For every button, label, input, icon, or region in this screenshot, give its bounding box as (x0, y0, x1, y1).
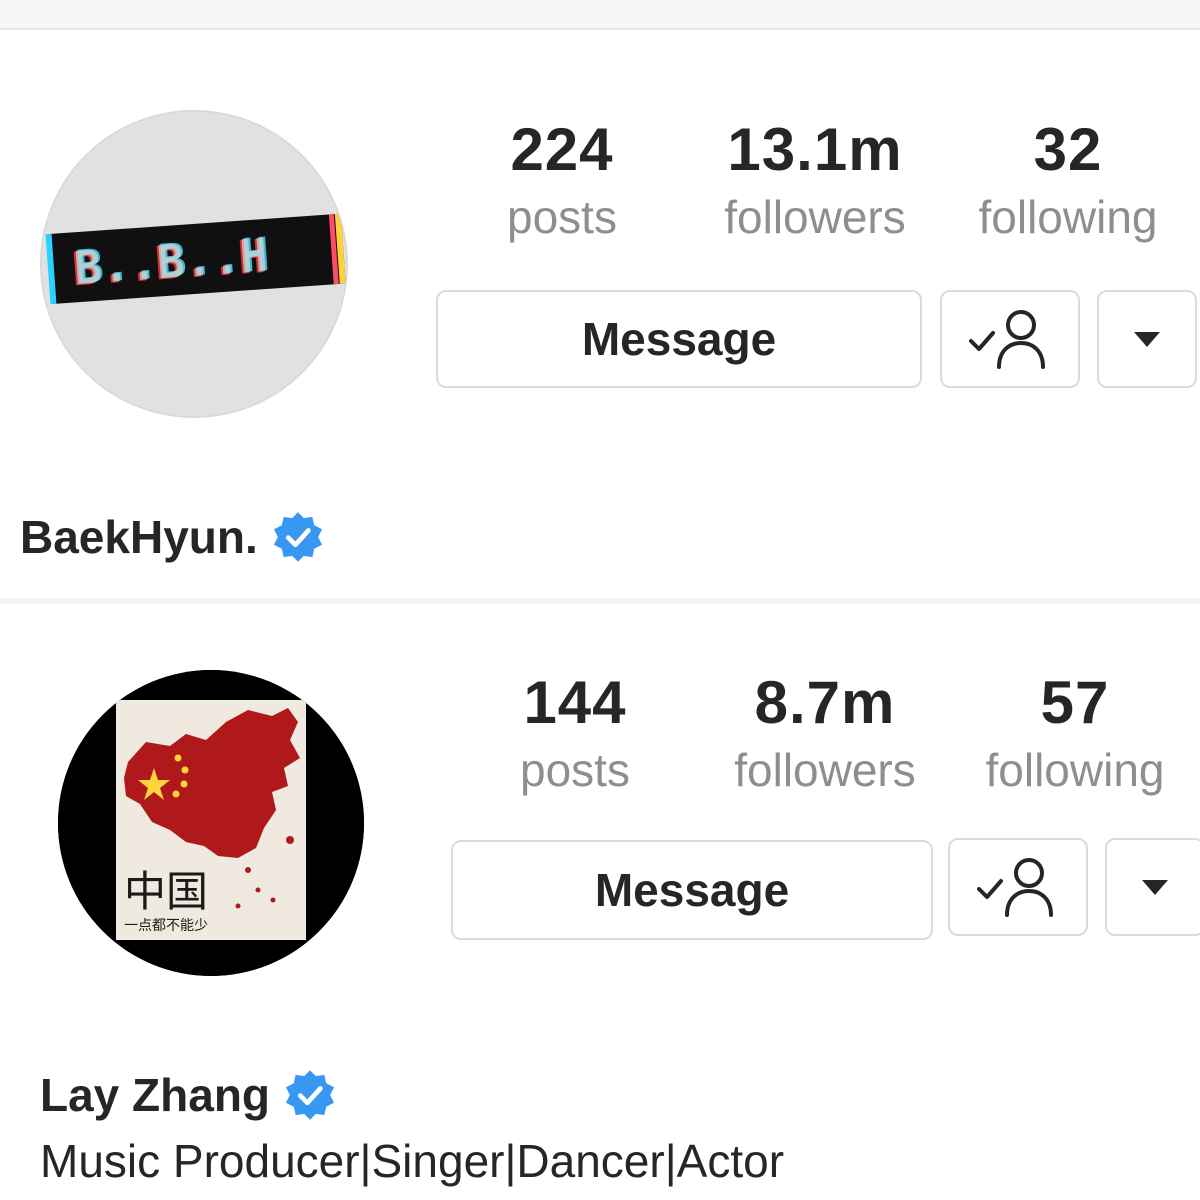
top-bar (0, 0, 1200, 30)
more-options-button[interactable] (1105, 838, 1200, 936)
following-value: 32 (1033, 116, 1103, 183)
followers-value: 13.1m (727, 116, 903, 183)
avatar[interactable]: 中国 一点都不能少 (58, 670, 364, 976)
posts-label: posts (520, 744, 630, 796)
following-check-icon (969, 310, 1045, 369)
followers-count[interactable]: 13.1m followers (700, 115, 930, 247)
verified-badge-icon (285, 1070, 335, 1120)
posts-value: 144 (523, 669, 627, 736)
following-button[interactable] (940, 290, 1080, 388)
followers-label: followers (724, 191, 906, 243)
profile-name-row: BaekHyun. (20, 510, 324, 564)
avatar[interactable]: B..B..H B..B..H B..B..H (40, 110, 348, 418)
caret-down-icon (1142, 879, 1168, 895)
following-count[interactable]: 57 following (960, 668, 1190, 800)
followers-value: 8.7m (754, 669, 896, 736)
profile-bio: Music Producer|Singer|Dancer|Actor (40, 1135, 785, 1187)
profile-name: BaekHyun. (20, 511, 258, 563)
profile-divider (0, 598, 1200, 604)
message-button[interactable]: Message (436, 290, 922, 388)
following-check-icon (977, 858, 1053, 917)
caret-down-icon (1134, 331, 1160, 347)
following-value: 57 (1040, 669, 1110, 736)
following-label: following (985, 744, 1165, 796)
following-count[interactable]: 32 following (953, 115, 1183, 247)
followers-label: followers (734, 744, 916, 796)
more-options-button[interactable] (1097, 290, 1197, 388)
profile-name: Lay Zhang (40, 1069, 271, 1121)
message-button[interactable]: Message (451, 840, 933, 940)
posts-label: posts (507, 191, 617, 243)
china-map-image: 中国 一点都不能少 (58, 670, 364, 976)
profile-header-baekhyun: B..B..H B..B..H B..B..H 224 posts 13.1m … (0, 40, 1200, 600)
verified-badge-icon (273, 512, 322, 562)
following-label: following (978, 191, 1158, 243)
bbh-logo-image: B..B..H B..B..H B..B..H (42, 112, 346, 416)
svg-text:一点都不能少: 一点都不能少 (124, 918, 208, 934)
profile-name-row: Lay Zhang (40, 1068, 336, 1122)
posts-value: 224 (510, 116, 614, 183)
svg-text:中国: 中国 (124, 867, 208, 916)
posts-count[interactable]: 144 posts (460, 668, 690, 800)
profile-header-lay-zhang: 中国 一点都不能少 144 posts 8.7m followers 57 fo… (0, 610, 1200, 1187)
followers-count[interactable]: 8.7m followers (710, 668, 940, 800)
following-button[interactable] (948, 838, 1088, 936)
posts-count[interactable]: 224 posts (447, 115, 677, 247)
